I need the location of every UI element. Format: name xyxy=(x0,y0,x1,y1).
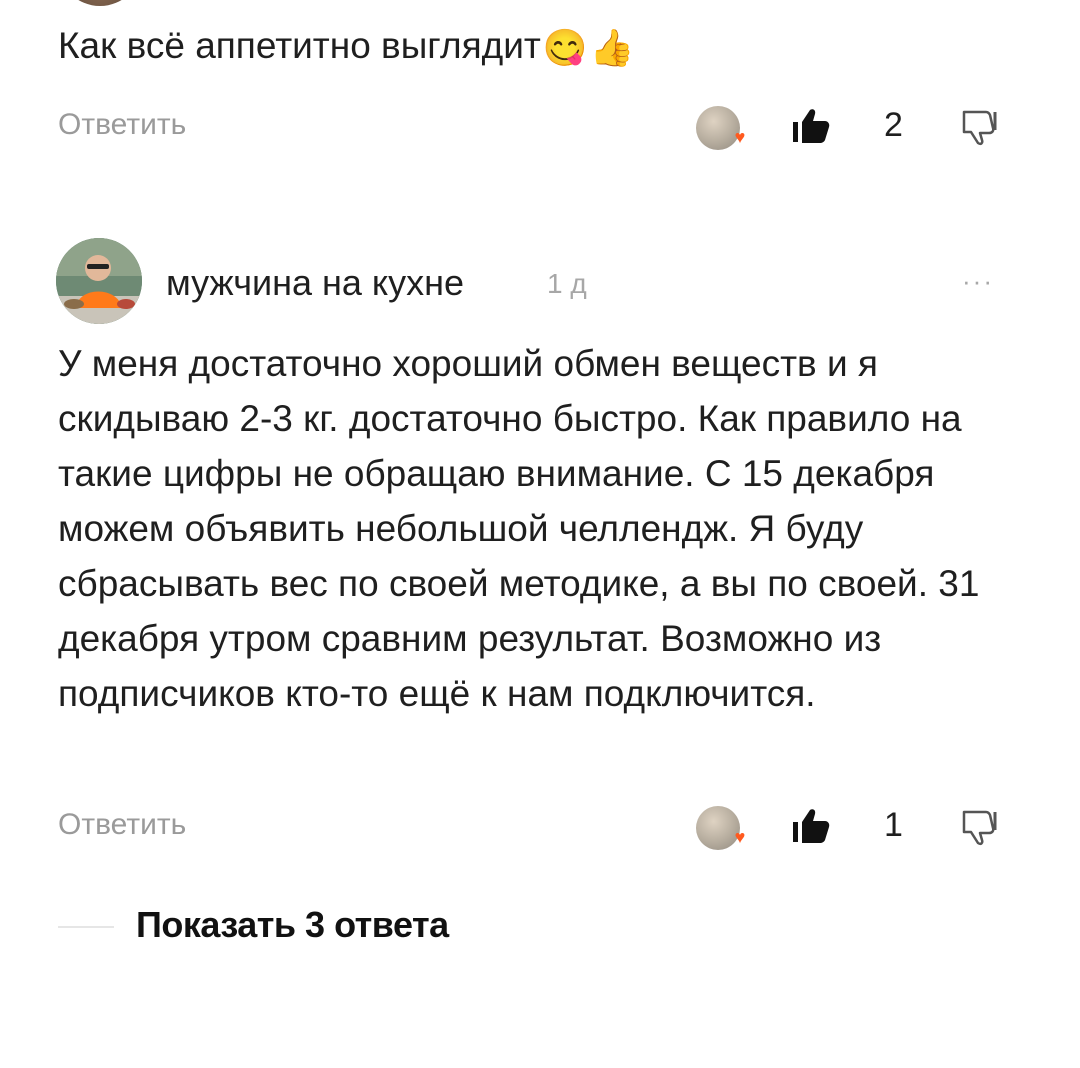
reply-button[interactable]: Ответить xyxy=(58,108,186,142)
comment-body: У меня достаточно хороший обмен веществ … xyxy=(58,343,980,714)
reply-button[interactable]: Ответить xyxy=(58,808,186,842)
like-button[interactable] xyxy=(790,806,832,846)
heart-icon: ♥ xyxy=(734,127,746,147)
thumbs-down-icon xyxy=(962,810,997,846)
more-dots-icon[interactable]: ··· xyxy=(962,266,994,297)
dislike-button[interactable] xyxy=(960,808,1000,846)
thumbs-down-icon xyxy=(962,110,997,146)
yum-emoji: 😋 xyxy=(542,27,588,69)
like-count: 1 xyxy=(884,806,903,844)
avatar-photo xyxy=(56,238,142,324)
show-replies-button[interactable]: Показать 3 ответа xyxy=(136,904,449,946)
timestamp: 1 д xyxy=(547,268,587,299)
comment-text: Как всё аппетитно выглядит😋👍 xyxy=(58,18,1038,73)
dislike-button[interactable] xyxy=(960,108,1000,146)
thumbs-up-emoji: 👍 xyxy=(589,27,635,69)
thumbs-up-icon xyxy=(793,109,830,143)
comment-body: Как всё аппетитно выглядит xyxy=(58,25,541,66)
previous-author-avatar[interactable] xyxy=(58,0,142,6)
like-count: 2 xyxy=(884,106,903,144)
heart-icon: ♥ xyxy=(734,827,746,847)
replies-divider xyxy=(58,926,114,928)
author-avatar[interactable] xyxy=(56,238,142,324)
author-name[interactable]: мужчина на кухне xyxy=(166,262,464,304)
like-button[interactable] xyxy=(790,106,832,146)
thumbs-up-icon xyxy=(793,809,830,843)
